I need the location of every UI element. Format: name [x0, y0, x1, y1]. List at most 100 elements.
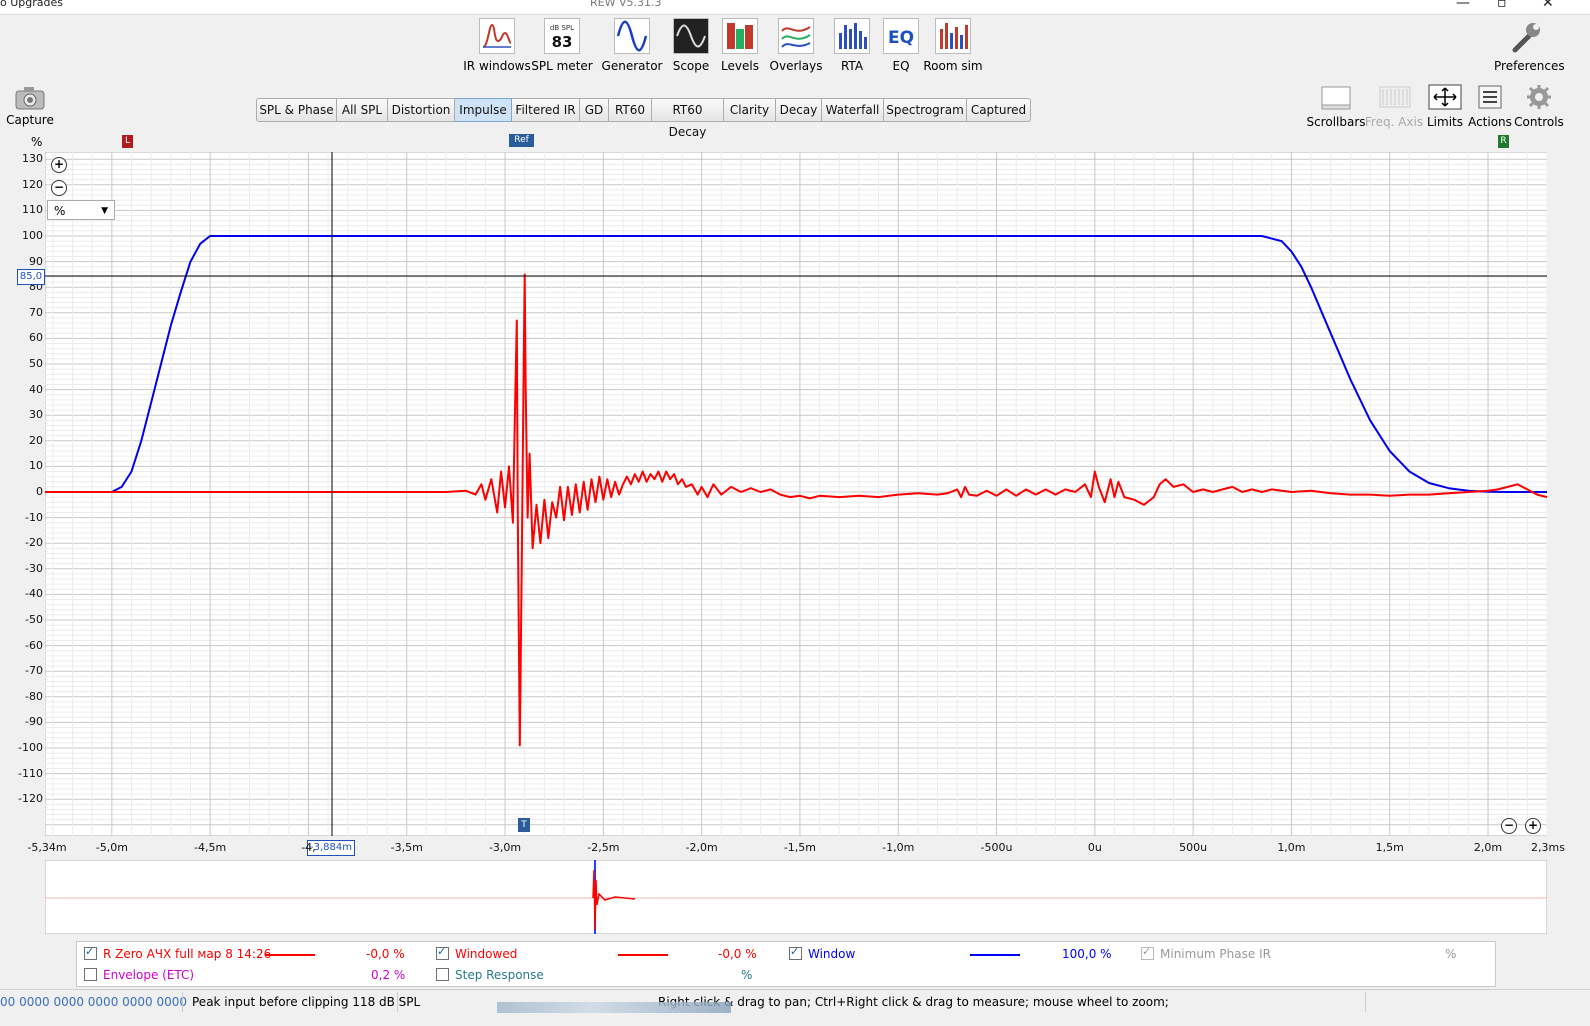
- hint-text: Right click & drag to pan; Ctrl+Right cl…: [658, 995, 1169, 1009]
- x-tick-label: -1,5m: [783, 841, 817, 854]
- tab-gd[interactable]: GD: [580, 98, 609, 122]
- tool-label: Controls: [1514, 115, 1564, 129]
- tab-impulse[interactable]: Impulse: [455, 98, 512, 122]
- x-tick-label: -1,0m: [882, 841, 915, 854]
- close-icon[interactable]: ✕: [1542, 0, 1554, 11]
- left-marker-label: L: [124, 136, 130, 146]
- right-marker-label: R: [1500, 136, 1507, 146]
- ir-windows-icon: [479, 18, 515, 54]
- legend-value: %: [1445, 947, 1457, 961]
- y-tick-label: 30: [29, 408, 43, 422]
- spl-meter-tool-button[interactable]: dB SPL 83 SPL meter: [527, 18, 597, 73]
- y-tick-label: -40: [25, 587, 43, 601]
- capture-button[interactable]: Capture: [4, 86, 56, 127]
- maximize-icon[interactable]: ▫: [1497, 0, 1507, 11]
- zoom-out-y-icon[interactable]: −: [51, 180, 67, 196]
- y-unit-select[interactable]: % ▼: [47, 200, 115, 220]
- zoom-in-y-icon[interactable]: +: [51, 157, 67, 173]
- y-tick-label: -110: [18, 766, 43, 780]
- legend-label: Envelope (ETC): [103, 968, 195, 982]
- right-window-marker[interactable]: R: [1498, 135, 1509, 148]
- peak-input-text: Peak input before clipping 118 dB SPL: [192, 995, 421, 1009]
- y-tick-label: 120: [22, 177, 43, 191]
- y-unit-select-value: %: [54, 204, 66, 218]
- y-tick-label: -10: [25, 510, 43, 524]
- legend-item[interactable]: Window: [789, 945, 856, 961]
- y-tick-label: 100: [22, 229, 43, 242]
- legend-item[interactable]: Windowed: [436, 945, 518, 961]
- ref-marker-label: Ref: [514, 135, 529, 145]
- y-tick-label: -50: [25, 613, 43, 626]
- legend-value: %: [741, 968, 753, 982]
- y-tick-label: -100: [18, 741, 43, 754]
- y-tick-label: -60: [25, 638, 43, 652]
- toolbar-label: IR windows: [463, 59, 531, 73]
- tab-all-spl[interactable]: All SPL: [337, 98, 388, 122]
- impulse-plot[interactable]: [45, 152, 1547, 836]
- y-tick-label: -80: [25, 689, 43, 703]
- minimize-icon[interactable]: —: [1456, 0, 1470, 11]
- legend-checkbox[interactable]: [789, 945, 802, 960]
- legend-item[interactable]: Envelope (ETC): [84, 968, 194, 982]
- scope-icon: [673, 18, 709, 54]
- legend-value: -0,0 %: [366, 947, 405, 961]
- y-tick-label: 110: [22, 203, 43, 217]
- left-window-marker[interactable]: L: [122, 135, 133, 148]
- legend-item[interactable]: Minimum Phase IR: [1141, 945, 1271, 961]
- legend-value: 100,0 %: [1062, 947, 1112, 961]
- ir-windows-tool-button[interactable]: IR windows: [462, 18, 532, 73]
- room-sim-tool-button[interactable]: Room sim: [918, 18, 988, 73]
- tab-spectrogram[interactable]: Spectrogram: [884, 98, 967, 122]
- generator-icon: [614, 18, 650, 54]
- tab-captured[interactable]: Captured: [967, 98, 1031, 122]
- preferences-button[interactable]: Preferences: [1494, 20, 1565, 73]
- tool-label: Scrollbars: [1306, 115, 1366, 129]
- y-tick-label: 60: [29, 331, 43, 345]
- tab-filtered-ir[interactable]: Filtered IR: [512, 98, 580, 122]
- y-tick-label: 10: [29, 459, 43, 473]
- wrench-icon: [1512, 23, 1540, 53]
- overview-strip[interactable]: [45, 860, 1547, 934]
- legend-checkbox[interactable]: [84, 945, 97, 960]
- tab-distortion[interactable]: Distortion: [388, 98, 455, 122]
- legend-swatch: [618, 954, 668, 956]
- t-marker[interactable]: T: [518, 818, 530, 832]
- x-tick-label: -5,34m: [27, 841, 67, 854]
- tab-decay[interactable]: Decay: [776, 98, 822, 122]
- t-marker-label: T: [521, 820, 527, 830]
- camera-icon: [15, 87, 45, 110]
- legend-checkbox[interactable]: [84, 968, 97, 981]
- status-bar: 00 0000 0000 0000 0000 0000 Peak input b…: [0, 989, 1590, 1014]
- x-tick-label: 1,5m: [1375, 841, 1404, 854]
- scrollbars-button[interactable]: Scrollbars: [1306, 84, 1366, 129]
- y-tick-label: 90: [29, 254, 43, 268]
- chevron-down-icon: ▼: [101, 206, 108, 216]
- controls-button[interactable]: Controls: [1509, 84, 1569, 129]
- legend-label: Minimum Phase IR: [1160, 947, 1271, 961]
- svg-text:EQ: EQ: [888, 28, 914, 48]
- toolbar-label: SPL meter: [531, 59, 593, 73]
- legend-checkbox[interactable]: [436, 968, 449, 981]
- legend-checkbox[interactable]: [436, 945, 449, 960]
- legend-item[interactable]: Step Response: [436, 968, 544, 982]
- tab-clarity[interactable]: Clarity: [724, 98, 776, 122]
- tab-spl-phase[interactable]: SPL & Phase: [256, 98, 337, 122]
- eq-icon: EQ: [883, 18, 919, 54]
- tab-rt60-decay[interactable]: RT60 Decay: [652, 98, 724, 139]
- legend-panel: [76, 941, 1496, 987]
- y-tick-label: 50: [29, 357, 43, 370]
- ref-marker[interactable]: Ref: [509, 134, 534, 147]
- capture-label: Capture: [6, 113, 54, 127]
- legend-label: Windowed: [455, 947, 518, 961]
- zoom-out-x-icon[interactable]: −: [1501, 818, 1517, 834]
- y-tick-label: 20: [29, 433, 43, 447]
- zoom-in-x-icon[interactable]: +: [1525, 818, 1541, 834]
- tab-rt60[interactable]: RT60: [609, 98, 652, 122]
- legend-item[interactable]: R Zero АЧХ full мар 8 14:26: [84, 945, 271, 961]
- x-tick-label: -2,0m: [685, 841, 718, 854]
- y-tick-label: -30: [25, 561, 43, 575]
- legend-checkbox[interactable]: [1141, 945, 1154, 960]
- legend-label: Window: [808, 947, 856, 961]
- gear-icon: [1509, 84, 1569, 112]
- tab-waterfall[interactable]: Waterfall: [822, 98, 884, 122]
